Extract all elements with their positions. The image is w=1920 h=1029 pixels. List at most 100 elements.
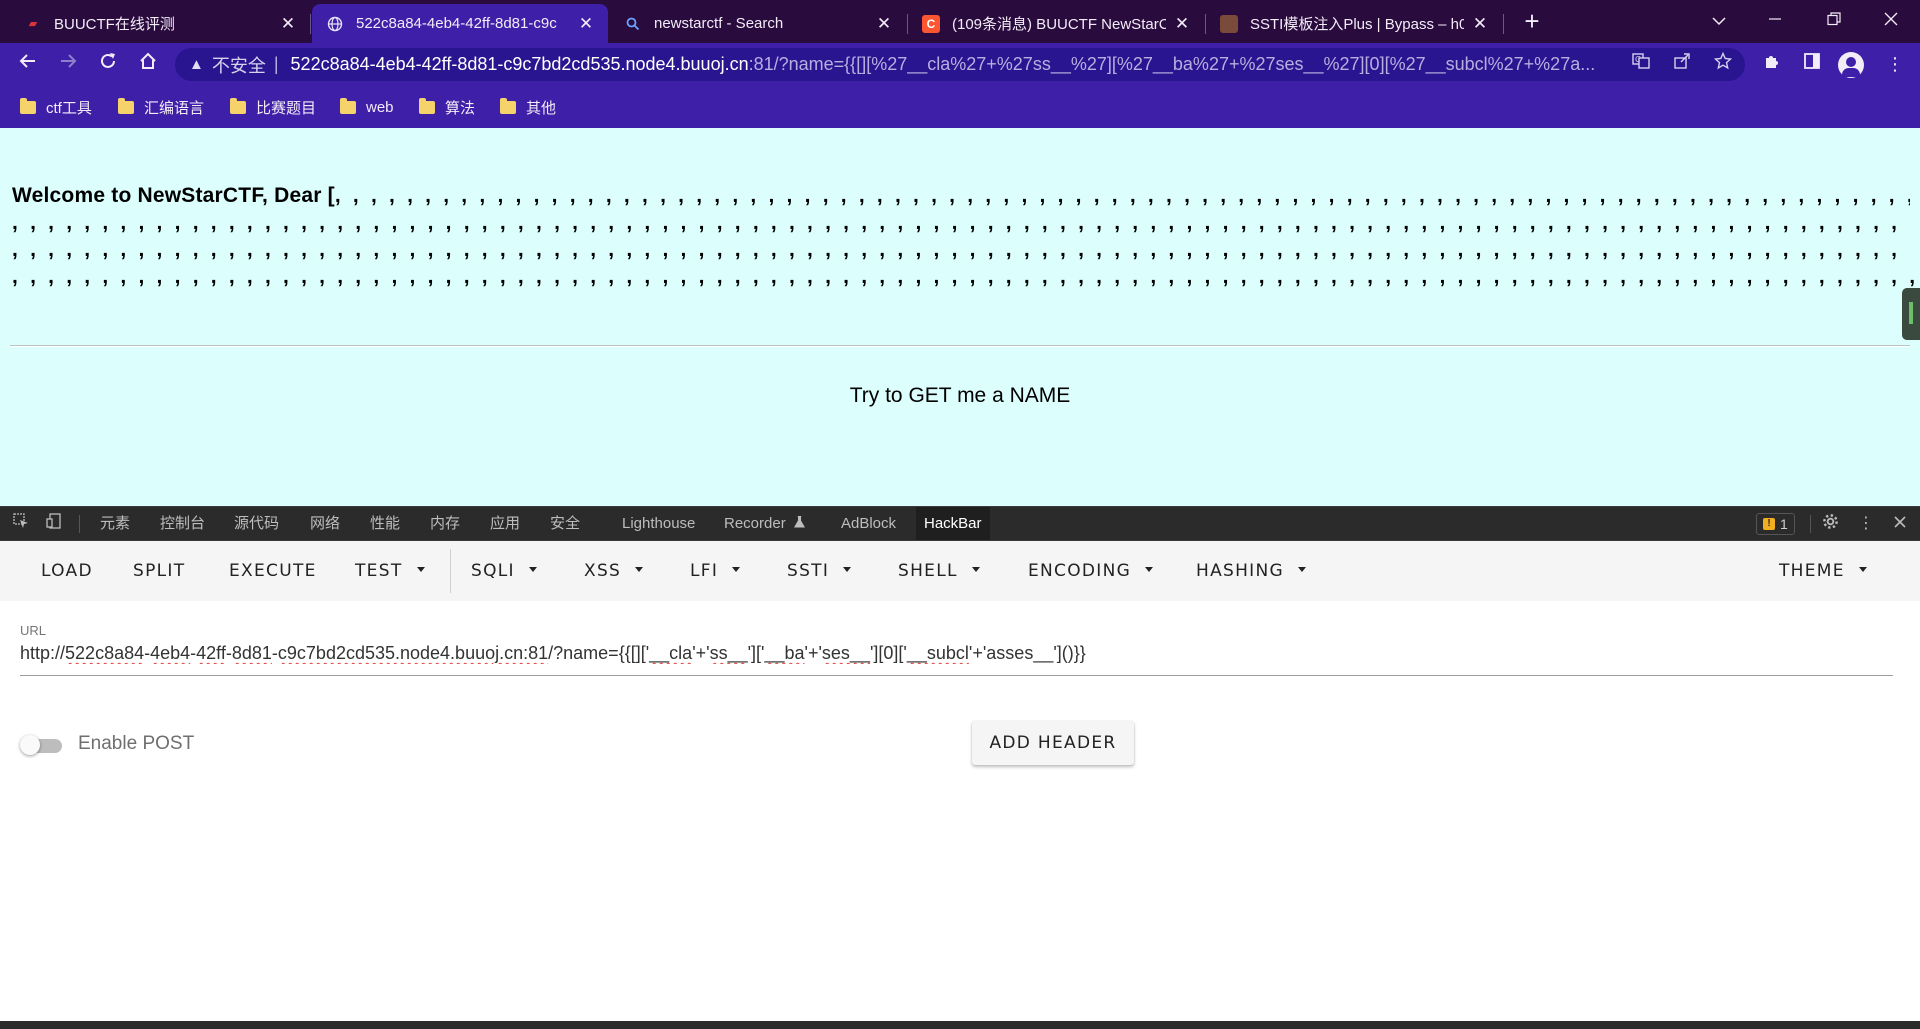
name-output-line: , , , , , , , , , , , , , , , , , , , , … bbox=[12, 265, 1920, 288]
bookmark-label: 其他 bbox=[526, 99, 557, 117]
device-toolbar-icon[interactable] bbox=[43, 513, 65, 535]
settings-gear-icon[interactable] bbox=[1819, 513, 1841, 535]
close-icon[interactable]: ✕ bbox=[1172, 14, 1192, 34]
devtools-tab-application[interactable]: 应用 bbox=[482, 507, 528, 540]
tab-title: BUUCTF在线评测 bbox=[54, 16, 175, 33]
globe-icon bbox=[326, 15, 344, 33]
tab-divider bbox=[310, 14, 311, 34]
back-button[interactable] bbox=[13, 49, 43, 79]
split-button[interactable]: SPLIT bbox=[133, 541, 185, 601]
forward-button[interactable] bbox=[53, 49, 83, 79]
home-button[interactable] bbox=[133, 49, 163, 79]
bookmark-folder-ctf-tools[interactable]: ctf工具 bbox=[20, 95, 92, 119]
minimize-icon[interactable] bbox=[1752, 0, 1798, 40]
hashing-menu[interactable]: HASHING bbox=[1196, 541, 1306, 601]
welcome-heading: Welcome to NewStarCTF, Dear [ , , , , , ,… bbox=[12, 182, 1920, 290]
devtools-tab-performance[interactable]: 性能 bbox=[362, 507, 408, 540]
devtools-tab-network[interactable]: 网络 bbox=[302, 507, 348, 540]
test-menu-label: TEST bbox=[355, 561, 403, 581]
folder-icon bbox=[419, 97, 435, 114]
bookmark-star-icon[interactable] bbox=[1708, 48, 1738, 81]
bookmark-folder-contests[interactable]: 比赛题目 bbox=[230, 95, 316, 119]
restore-icon[interactable] bbox=[1811, 0, 1857, 40]
caret-down-icon bbox=[635, 566, 644, 572]
devtools-tab-elements[interactable]: 元素 bbox=[92, 507, 138, 540]
devtools-tab-hackbar[interactable]: HackBar bbox=[916, 507, 990, 540]
folder-icon bbox=[340, 97, 356, 114]
execute-button[interactable]: EXECUTE bbox=[229, 541, 317, 601]
xss-menu-label: XSS bbox=[584, 561, 622, 581]
tab-buuctf[interactable]: ▰ BUUCTF在线评测 ✕ bbox=[10, 4, 310, 43]
translate-icon[interactable]: G bbox=[1626, 48, 1656, 81]
devtools-tab-lighthouse[interactable]: Lighthouse bbox=[614, 507, 703, 540]
bookmark-folder-algorithms[interactable]: 算法 bbox=[419, 95, 475, 119]
encoding-menu-label: ENCODING bbox=[1028, 561, 1132, 581]
close-icon[interactable]: ✕ bbox=[576, 14, 596, 34]
url-text: 4eb4 bbox=[150, 643, 191, 663]
welcome-label: Welcome to NewStarCTF, Dear [ bbox=[12, 184, 335, 207]
load-button[interactable]: LOAD bbox=[41, 541, 93, 601]
tab-title: newstarctf - Search bbox=[654, 15, 784, 32]
devtools-divider bbox=[1810, 515, 1811, 533]
lfi-menu[interactable]: LFI bbox=[690, 541, 741, 601]
bookmark-label: 比赛题目 bbox=[256, 99, 317, 117]
devtools-divider bbox=[79, 515, 80, 533]
reload-button[interactable] bbox=[93, 49, 123, 79]
bottom-edge bbox=[0, 1021, 1920, 1029]
bookmark-label: 汇编语言 bbox=[144, 99, 205, 117]
hint-text: Try to GET me a NAME bbox=[849, 384, 1071, 407]
share-icon[interactable] bbox=[1667, 48, 1697, 81]
devtools-tab-adblock[interactable]: AdBlock bbox=[833, 507, 904, 540]
shell-menu[interactable]: SHELL bbox=[898, 541, 980, 601]
warning-triangle-icon[interactable]: ▲ bbox=[189, 56, 204, 73]
url-text: http:// bbox=[20, 643, 66, 663]
tab-csdn[interactable]: C (109条消息) BUUCTF NewStarC ✕ bbox=[908, 4, 1204, 43]
profile-avatar[interactable] bbox=[1838, 52, 1864, 78]
extensions-icon[interactable] bbox=[1757, 49, 1787, 79]
url-text: '+' bbox=[692, 643, 710, 663]
devtools-tab-recorder[interactable]: Recorder bbox=[716, 507, 813, 540]
folder-icon bbox=[230, 97, 246, 114]
devtools-close-icon[interactable] bbox=[1889, 513, 1911, 535]
test-menu[interactable]: TEST bbox=[355, 541, 425, 601]
tab-title: SSTI模板注入Plus | Bypass – h0 bbox=[1250, 16, 1464, 33]
devtools-tab-memory[interactable]: 内存 bbox=[422, 507, 468, 540]
lfi-menu-label: LFI bbox=[690, 561, 719, 581]
add-header-button[interactable]: ADD HEADER bbox=[972, 721, 1134, 765]
new-tab-button[interactable]: + bbox=[1518, 6, 1546, 36]
bookmark-folder-assembly[interactable]: 汇编语言 bbox=[118, 95, 204, 119]
ssti-menu[interactable]: SSTI bbox=[787, 541, 852, 601]
url-text: '+' bbox=[804, 643, 822, 663]
xss-menu[interactable]: XSS bbox=[584, 541, 644, 601]
address-bar[interactable]: ▲ 不安全 | 522c8a84-4eb4-42ff-8d81-c9c7bd2c… bbox=[175, 48, 1745, 81]
tab-ssti-blog[interactable]: SSTI模板注入Plus | Bypass – h0 ✕ bbox=[1206, 4, 1502, 43]
url-text: 42ff bbox=[196, 643, 226, 663]
devtools-tab-sources[interactable]: 源代码 bbox=[226, 507, 287, 540]
devtools-tab-security[interactable]: 安全 bbox=[542, 507, 588, 540]
tab-search[interactable]: newstarctf - Search ✕ bbox=[610, 4, 906, 43]
bookmark-folder-other[interactable]: 其他 bbox=[500, 95, 556, 119]
address-path: :81/?name={{[][%27__cla%27+%27ss__%27][%… bbox=[748, 54, 1596, 74]
theme-menu[interactable]: THEME bbox=[1779, 541, 1867, 601]
url-input[interactable]: http://522c8a84-4eb4-42ff-8d81-c9c7bd2cd… bbox=[20, 643, 1892, 664]
url-text: ses__ bbox=[821, 643, 870, 663]
theme-menu-label: THEME bbox=[1779, 561, 1845, 581]
page-side-handle[interactable] bbox=[1902, 288, 1920, 340]
close-icon[interactable]: ✕ bbox=[874, 14, 894, 34]
window-close-icon[interactable] bbox=[1868, 0, 1914, 40]
devtools-more-icon[interactable]: ⋮ bbox=[1855, 513, 1877, 535]
browser-menu-icon[interactable]: ⋮ bbox=[1880, 49, 1910, 79]
side-panel-icon[interactable] bbox=[1797, 49, 1827, 79]
close-icon[interactable]: ✕ bbox=[278, 14, 298, 34]
issues-badge[interactable]: ! 1 bbox=[1756, 513, 1795, 535]
bookmark-folder-web[interactable]: web bbox=[340, 95, 394, 119]
close-icon[interactable]: ✕ bbox=[1470, 14, 1490, 34]
enable-post-toggle[interactable] bbox=[20, 734, 68, 756]
name-output-line: , , , , , , , , , , , , , , , , , , , , … bbox=[12, 238, 1910, 261]
sqli-menu[interactable]: SQLI bbox=[471, 541, 537, 601]
inspect-element-icon[interactable] bbox=[10, 513, 32, 535]
tab-challenge[interactable]: 522c8a84-4eb4-42ff-8d81-c9c ✕ bbox=[312, 4, 608, 43]
tab-search-dropdown-icon[interactable] bbox=[1696, 0, 1742, 40]
devtools-tab-console[interactable]: 控制台 bbox=[152, 507, 213, 540]
encoding-menu[interactable]: ENCODING bbox=[1028, 541, 1154, 601]
